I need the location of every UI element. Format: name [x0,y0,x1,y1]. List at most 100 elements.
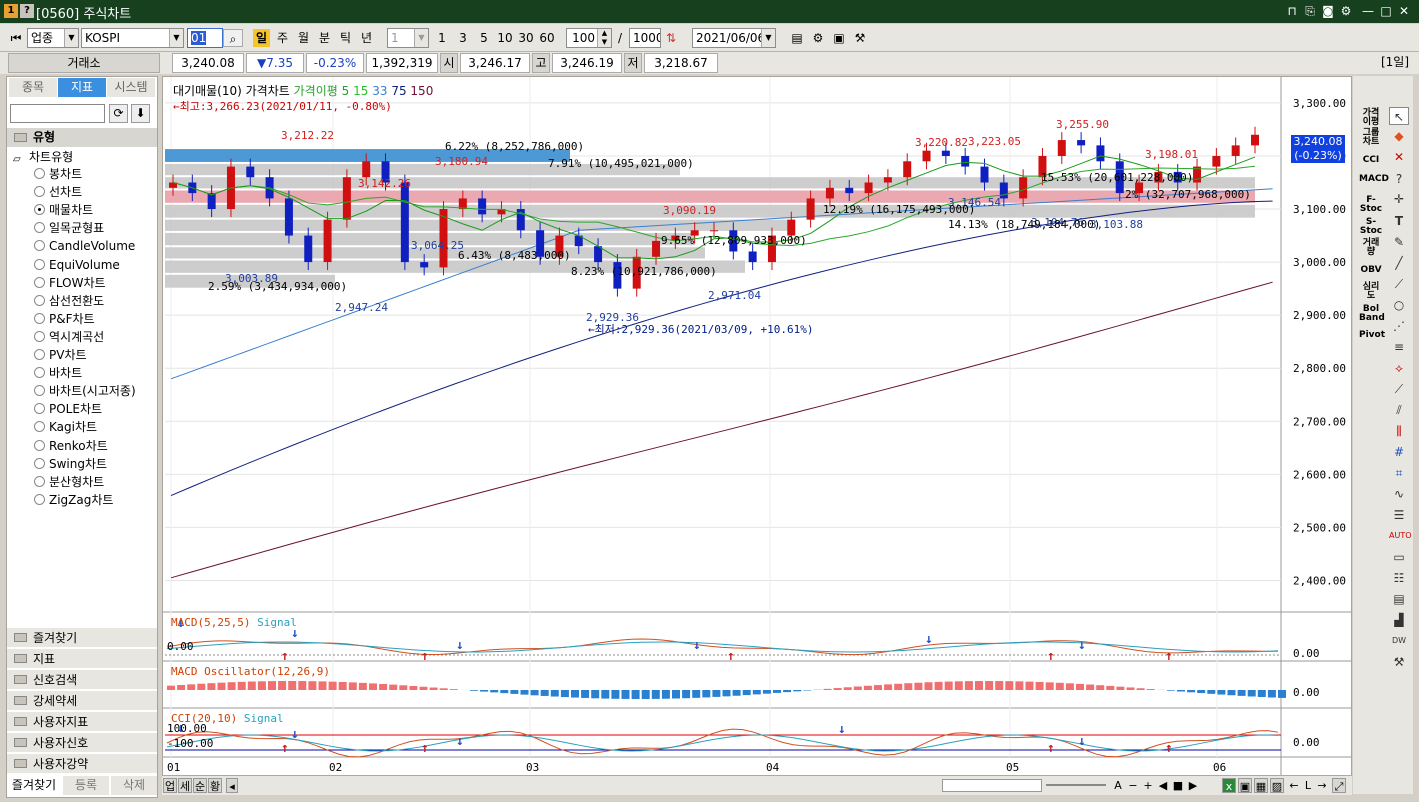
gear-icon[interactable]: ⚙ [1338,3,1354,19]
tool-obv[interactable]: OBV [1359,266,1383,275]
radio-icon[interactable] [34,312,45,324]
tool-pivot[interactable]: Pivot [1359,331,1385,340]
help-icon[interactable]: ? [1389,170,1409,188]
chart-type-item[interactable]: 분산형차트 [34,474,104,490]
report-icon[interactable]: DW [1389,632,1409,650]
wave-icon[interactable]: ∿ [1389,485,1409,503]
grid-lines-icon[interactable]: # [1389,443,1409,461]
folder-indicator[interactable]: 지표 [7,648,157,668]
count-input[interactable]: 100 ▲ ▼ [566,28,612,48]
chart-settings-icon[interactable]: ▤ [788,29,806,47]
chart-type-item[interactable]: FLOW차트 [34,275,106,291]
tool-sstoc[interactable]: S-Stoc [1359,218,1383,236]
copy-icon[interactable]: ⎘ [1302,3,1318,19]
chart-type-item[interactable]: 삼선전환도 [34,293,104,309]
tools-icon[interactable]: ⚒ [851,29,869,47]
bottom-tab-status[interactable]: 황 [208,778,222,793]
interval-60[interactable]: 60 [537,29,557,47]
bottom-tab-order[interactable]: 순 [193,778,207,793]
index-select[interactable]: KOSPI ▼ [81,28,184,48]
bottom-tab-delete[interactable]: 삭제 [111,776,157,795]
chart-area[interactable]: 3,300.003,200.003,100.003,000.002,900.00… [162,76,1352,794]
excel-icon[interactable]: x [1222,778,1236,793]
folder-signal-search[interactable]: 신호검색 [7,669,157,689]
close-icon[interactable]: ✕ [1396,3,1412,19]
chart-type-item[interactable]: Renko차트 [34,438,108,454]
radio-icon[interactable] [34,403,45,415]
period-day[interactable]: 일 [253,29,270,47]
chart-type-item[interactable]: 바차트(시고저종) [34,383,136,399]
sidebar-search-input[interactable] [10,104,105,123]
home-icon[interactable]: L [1302,778,1314,793]
market-type-select[interactable]: 업종 ▼ [27,28,79,48]
scroll-left-icon[interactable]: ◂ [226,778,238,793]
maximize-icon[interactable]: □ [1378,3,1394,19]
tab-system[interactable]: 시스템 [107,78,155,97]
pencil-icon[interactable]: ✎ [1389,233,1409,251]
bottom-tab-favorites[interactable]: 즐겨찾기 [9,776,59,795]
download-icon[interactable]: ⬇ [131,104,150,123]
tool-fstoc[interactable]: F-Stoc [1359,196,1383,214]
camera-icon[interactable]: ◙ [1320,3,1336,19]
back-arrow-icon[interactable]: ← [1288,778,1300,793]
chart-type-item[interactable]: Swing차트 [34,456,107,472]
radio-icon[interactable] [34,330,45,342]
image-icon[interactable]: ▨ [1270,778,1284,793]
radio-icon[interactable] [34,457,45,469]
radio-icon[interactable] [34,258,45,270]
step-back-icon[interactable]: ◀ [1157,778,1169,793]
interval-5[interactable]: 5 [476,29,492,47]
radio-icon[interactable] [34,204,45,216]
bottom-tab-detail[interactable]: 세 [178,778,192,793]
radio-icon[interactable] [34,168,45,179]
chart-type-item[interactable]: 봉차트 [34,166,82,182]
channel-icon[interactable]: ⋰ [1389,317,1409,335]
wrench-icon[interactable]: ⚒ [1389,653,1409,671]
radio-icon[interactable] [34,385,45,397]
chart-type-item[interactable]: P&F차트 [34,311,95,327]
chart-type-item[interactable]: 매물차트 [34,202,93,218]
help-icon[interactable]: ? [20,4,34,18]
folder-strength[interactable]: 강세약세 [7,690,157,710]
folder-favorites[interactable]: 즐겨찾기 [7,627,157,647]
refresh-icon[interactable]: ⟳ [109,104,128,123]
radio-icon[interactable] [34,240,45,252]
tool-psychology[interactable]: 심리도 [1359,283,1383,301]
zoom-slider[interactable] [1046,784,1106,786]
tree-root[interactable]: ▱ 차트유형 [13,149,73,165]
line-icon[interactable]: ╱ [1389,254,1409,272]
radio-icon[interactable] [34,276,45,288]
play-icon[interactable]: ▶ [1187,778,1199,793]
trend-line-icon[interactable]: ⟋ [1389,275,1409,293]
spinner-icon[interactable]: ▲ ▼ [597,29,611,47]
forward-arrow-icon[interactable]: → [1316,778,1328,793]
radio-icon[interactable] [34,294,45,306]
tool-group-chart[interactable]: 그룹차트 [1359,129,1383,147]
text-icon[interactable]: T [1389,212,1409,230]
chart-type-item[interactable]: CandleVolume [34,238,135,254]
auto-line-icon[interactable]: AUTO [1389,527,1412,545]
code-input[interactable]: 01 [187,28,223,48]
tool-price-ma[interactable]: 가격이평 [1359,109,1383,127]
section-header[interactable]: 유형 [7,128,157,147]
gear-icon[interactable]: ⚙ [809,29,827,47]
text-tool-icon[interactable]: A [1112,778,1124,793]
period-week[interactable]: 주 [274,29,291,47]
bar-lines-icon[interactable]: ☰ [1389,506,1409,524]
interval-3[interactable]: 3 [455,29,471,47]
crosshair-icon[interactable]: ✛ [1389,190,1409,208]
fit-icon[interactable]: ⤢ [1332,778,1346,793]
chart-icon[interactable]: ▟ [1389,611,1409,629]
chart-svg[interactable]: 3,300.003,200.003,100.003,000.002,900.00… [163,77,1351,777]
radio-icon[interactable] [34,349,45,360]
radio-icon[interactable] [34,475,45,487]
chart-type-item[interactable]: Kagi차트 [34,419,97,435]
tab-stock[interactable]: 종목 [9,78,57,97]
chart-type-item[interactable]: PV차트 [34,347,87,363]
chart-type-item[interactable]: EquiVolume [34,257,120,273]
search-icon[interactable]: ⌕ [223,29,243,47]
document-icon[interactable]: ▤ [1389,590,1409,608]
grid-icon[interactable]: ▦ [1254,778,1268,793]
period-tick[interactable]: 틱 [337,29,354,47]
cursor-icon[interactable]: ↖ [1389,107,1409,125]
